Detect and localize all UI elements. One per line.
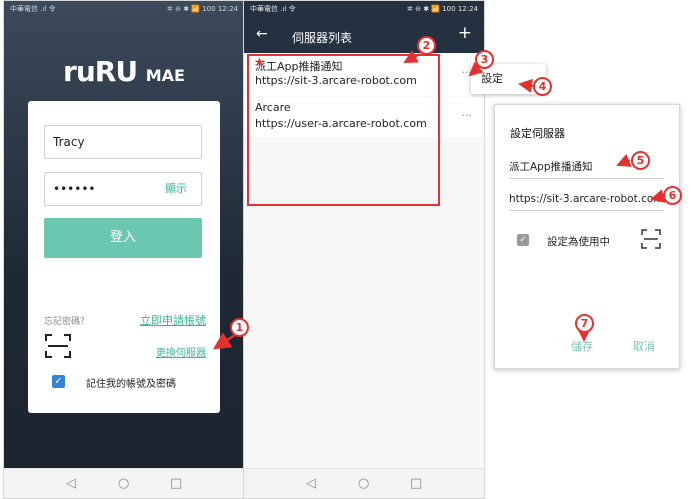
step-badge-5: 5 <box>631 151 650 170</box>
arrow-1 <box>212 332 236 350</box>
arrow-4 <box>518 78 534 93</box>
arrow-2 <box>403 50 421 63</box>
annotation-arrows <box>212 50 666 350</box>
step-badge-4: 4 <box>533 77 552 96</box>
arrow-3 <box>468 61 484 77</box>
step-badge-2: 2 <box>417 36 436 55</box>
step-badge-1: 1 <box>230 318 249 337</box>
arrow-5 <box>616 153 632 167</box>
step-badge-6: 6 <box>663 186 682 205</box>
step-badge-7: 7 <box>575 314 594 333</box>
step-badge-3: 3 <box>475 50 494 69</box>
